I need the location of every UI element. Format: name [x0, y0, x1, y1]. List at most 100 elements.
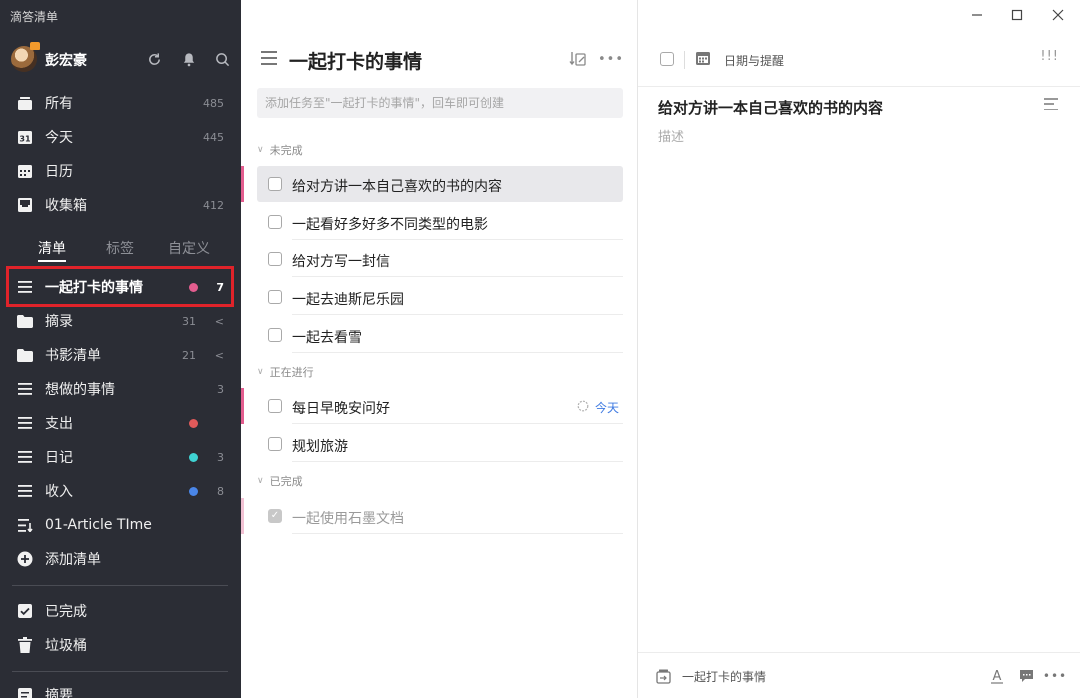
- date-reminder-button[interactable]: 日期与提醒: [724, 52, 784, 69]
- text-format-icon[interactable]: [1044, 98, 1058, 110]
- list-color-dot: [189, 452, 198, 462]
- task-row[interactable]: 每日早晚安问好 今天: [241, 388, 638, 424]
- list-title: 一起打卡的事情: [289, 51, 423, 73]
- tab-tags[interactable]: 标签: [106, 238, 134, 258]
- chevron-down-icon: ∨: [257, 145, 264, 155]
- sidebar-item-all[interactable]: 所有 485: [0, 86, 241, 120]
- sort-edit-icon[interactable]: [568, 50, 586, 68]
- list-header: 一起打卡的事情 •••: [241, 40, 638, 78]
- sidebar-item-expenses[interactable]: 支出: [0, 406, 241, 440]
- sidebar-item-excerpts[interactable]: 摘录 31 <: [0, 304, 241, 338]
- user-name[interactable]: 彭宏豪: [45, 50, 87, 70]
- repeat-icon: [577, 400, 589, 415]
- task-detail-pane: 日期与提醒 !!! 给对方讲一本自己喜欢的书的内容 描述 一起打卡的事情 A •…: [638, 0, 1080, 698]
- sidebar-item-label: 摘录: [45, 314, 73, 330]
- detail-header: 日期与提醒 !!!: [638, 42, 1080, 78]
- tab-lists[interactable]: 清单: [38, 238, 66, 258]
- task-row[interactable]: 一起去看雪: [241, 317, 638, 353]
- calendar-icon[interactable]: [695, 50, 713, 68]
- maximize-icon[interactable]: [1006, 4, 1028, 26]
- task-checkbox[interactable]: [268, 399, 282, 413]
- folder-icon: [16, 312, 34, 330]
- sidebar-item-trash[interactable]: 垃圾桶: [0, 628, 241, 662]
- bell-icon[interactable]: [181, 51, 197, 67]
- sidebar-item-article-time[interactable]: 01-Article TIme: [0, 508, 241, 542]
- task-row[interactable]: 一起看好多好多不同类型的电影: [241, 204, 638, 240]
- task-title[interactable]: 一起去迪斯尼乐园: [292, 289, 404, 309]
- list-icon: [16, 482, 34, 500]
- sidebar-item-calendar[interactable]: 日历: [0, 154, 241, 188]
- trash-icon: [16, 636, 34, 654]
- priority-bar: [241, 388, 244, 424]
- sidebar-item-count: 21: [182, 348, 196, 362]
- sidebar-item-inbox[interactable]: 收集箱 412: [0, 188, 241, 222]
- svg-text:A: A: [993, 669, 1002, 684]
- inbox-icon: [16, 196, 34, 214]
- sidebar-item-income[interactable]: 收入 8: [0, 474, 241, 508]
- add-task-input[interactable]: [257, 88, 623, 118]
- detail-checkbox[interactable]: [660, 52, 674, 66]
- sidebar-item-completed[interactable]: 已完成: [0, 594, 241, 628]
- task-row[interactable]: 给对方写一封信: [241, 241, 638, 277]
- sidebar-item-want-to-do[interactable]: 想做的事情 3: [0, 372, 241, 406]
- chevron-left-icon[interactable]: <: [215, 349, 224, 362]
- due-label: 今天: [594, 401, 619, 415]
- menu-icon[interactable]: [261, 51, 277, 65]
- sidebar-divider: [12, 585, 228, 586]
- task-checkbox[interactable]: [268, 215, 282, 229]
- footer-list-name[interactable]: 一起打卡的事情: [682, 668, 766, 685]
- more-icon[interactable]: •••: [1043, 668, 1066, 684]
- description-field[interactable]: 描述: [658, 126, 684, 145]
- sidebar-item-label: 想做的事情: [45, 382, 115, 398]
- tab-custom[interactable]: 自定义: [168, 238, 210, 258]
- task-row[interactable]: 给对方讲一本自己喜欢的书的内容: [241, 166, 638, 202]
- list-icon: [16, 380, 34, 398]
- calendar-day-icon: 31: [16, 128, 34, 146]
- search-icon[interactable]: [214, 51, 230, 67]
- section-header-incomplete[interactable]: ∨ 未完成: [257, 142, 303, 158]
- task-checkbox[interactable]: [268, 252, 282, 266]
- priority-button[interactable]: !!!: [1040, 49, 1059, 64]
- sidebar-item-label: 书影清单: [45, 348, 101, 364]
- task-title[interactable]: 给对方写一封信: [292, 251, 390, 271]
- section-header-completed[interactable]: ∨ 已完成: [257, 473, 303, 489]
- tab-underline: [38, 260, 66, 262]
- close-icon[interactable]: [1047, 4, 1069, 26]
- task-title[interactable]: 一起使用石墨文档: [292, 508, 404, 528]
- text-style-icon[interactable]: A: [989, 668, 1005, 684]
- sidebar-item-count: 8: [217, 484, 224, 498]
- sidebar-item-diary[interactable]: 日记 3: [0, 440, 241, 474]
- task-row[interactable]: ✓ 一起使用石墨文档: [241, 498, 638, 534]
- due-date[interactable]: 今天: [577, 399, 619, 416]
- task-row[interactable]: 规划旅游: [241, 426, 638, 462]
- task-title[interactable]: 每日早晚安问好: [292, 398, 390, 418]
- sidebar-item-today[interactable]: 31 今天 445: [0, 120, 241, 154]
- task-checkbox[interactable]: [268, 177, 282, 191]
- more-icon[interactable]: •••: [598, 50, 623, 68]
- task-title[interactable]: 给对方讲一本自己喜欢的书的内容: [292, 176, 502, 196]
- summary-icon: [16, 686, 34, 698]
- task-title[interactable]: 一起去看雪: [292, 327, 362, 347]
- task-checkbox[interactable]: [268, 328, 282, 342]
- task-checkbox-checked[interactable]: ✓: [268, 509, 282, 523]
- task-checkbox[interactable]: [268, 290, 282, 304]
- sidebar-item-books-films[interactable]: 书影清单 21 <: [0, 338, 241, 372]
- inbox-tray-icon: [16, 94, 34, 112]
- chevron-down-icon: ∨: [257, 367, 264, 377]
- sync-icon[interactable]: [146, 51, 162, 67]
- task-title[interactable]: 规划旅游: [292, 436, 348, 456]
- comment-icon[interactable]: [1018, 668, 1034, 684]
- sidebar-item-summary[interactable]: 摘要: [0, 678, 241, 698]
- section-header-in-progress[interactable]: ∨ 正在进行: [257, 364, 314, 380]
- minimize-icon[interactable]: [966, 4, 988, 26]
- sidebar-item-label: 添加清单: [45, 552, 101, 568]
- task-list-pane: 一起打卡的事情 ••• ∨ 未完成 给对方讲一本自己喜欢的书的内容 一起看好多好…: [241, 0, 638, 698]
- task-checkbox[interactable]: [268, 437, 282, 451]
- move-list-icon[interactable]: [655, 668, 671, 684]
- detail-task-title[interactable]: 给对方讲一本自己喜欢的书的内容: [658, 97, 883, 118]
- task-title[interactable]: 一起看好多好多不同类型的电影: [292, 214, 488, 234]
- chevron-left-icon[interactable]: <: [215, 315, 224, 328]
- sidebar-item-count: 445: [203, 130, 224, 144]
- task-row[interactable]: 一起去迪斯尼乐园: [241, 279, 638, 315]
- add-list-button[interactable]: 添加清单: [0, 542, 241, 576]
